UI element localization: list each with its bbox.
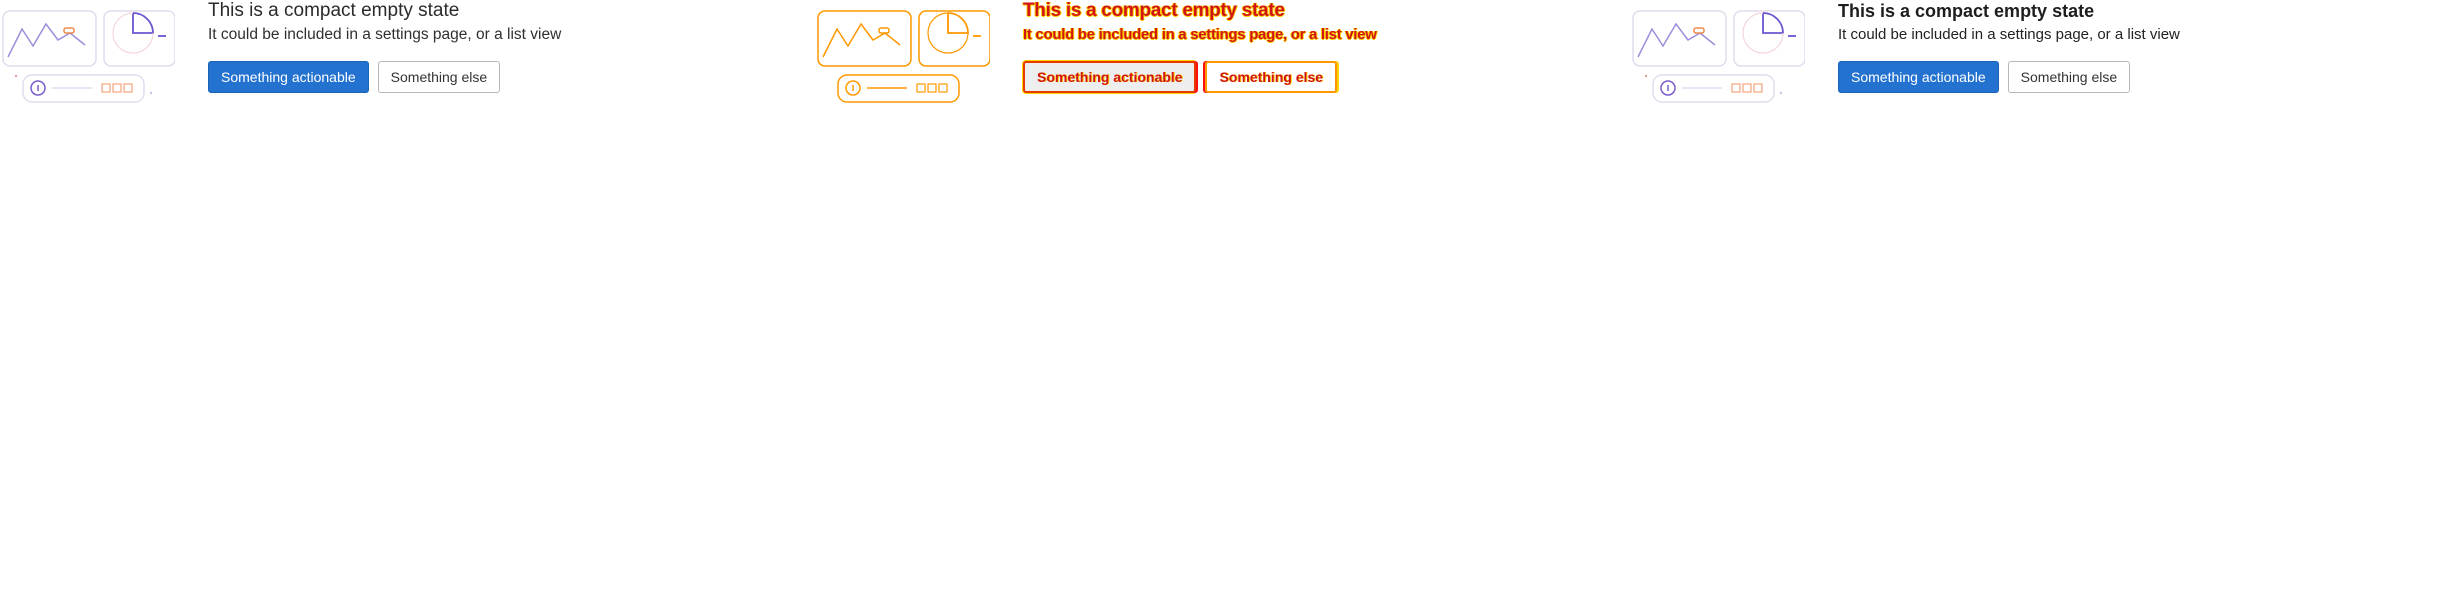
- empty-state-illustration: [1630, 0, 1806, 105]
- empty-state-actions: Something actionable Something else: [1023, 61, 1377, 93]
- empty-state-actions: Something actionable Something else: [1838, 61, 2180, 93]
- empty-state-description: It could be included in a settings page,…: [1838, 26, 2180, 43]
- line-chart-icon: [1632, 10, 1727, 67]
- empty-state-illustration: [815, 0, 991, 105]
- primary-action-button[interactable]: Something actionable: [208, 61, 369, 93]
- secondary-action-button[interactable]: Something else: [1205, 61, 1337, 93]
- secondary-action-button[interactable]: Something else: [2007, 61, 2131, 93]
- empty-state-description: It could be included in a settings page,…: [208, 26, 562, 43]
- pie-chart-icon: [103, 10, 176, 67]
- empty-state-title: This is a compact empty state: [1838, 1, 2095, 21]
- empty-state-content: This is a compact empty state It could b…: [1838, 0, 2180, 93]
- secondary-action-button[interactable]: Something else: [377, 61, 501, 93]
- info-icon: [837, 74, 960, 103]
- empty-state-illustration: [0, 0, 176, 105]
- pie-chart-icon: [918, 10, 991, 67]
- empty-state-title: This is a compact empty state: [1023, 0, 1285, 21]
- primary-action-button[interactable]: Something actionable: [1023, 61, 1197, 93]
- empty-state-panel-diff: This is a compact empty state It could b…: [815, 0, 1630, 600]
- empty-state-content: This is a compact empty state It could b…: [1023, 0, 1377, 93]
- empty-state-description: It could be included in a settings page,…: [1023, 26, 1377, 43]
- line-chart-icon: [2, 10, 97, 67]
- primary-action-button[interactable]: Something actionable: [1838, 61, 1999, 93]
- empty-state-content: This is a compact empty state It could b…: [208, 0, 561, 93]
- empty-state-title: This is a compact empty state: [208, 0, 460, 21]
- line-chart-icon: [817, 10, 912, 67]
- info-icon: [1652, 74, 1775, 103]
- empty-state-panel-right: This is a compact empty state It could b…: [1630, 0, 2445, 600]
- pie-chart-icon: [1733, 10, 1806, 67]
- empty-state-panel-left: This is a compact empty state It could b…: [0, 0, 815, 600]
- info-icon: [22, 74, 145, 103]
- empty-state-actions: Something actionable Something else: [208, 61, 561, 93]
